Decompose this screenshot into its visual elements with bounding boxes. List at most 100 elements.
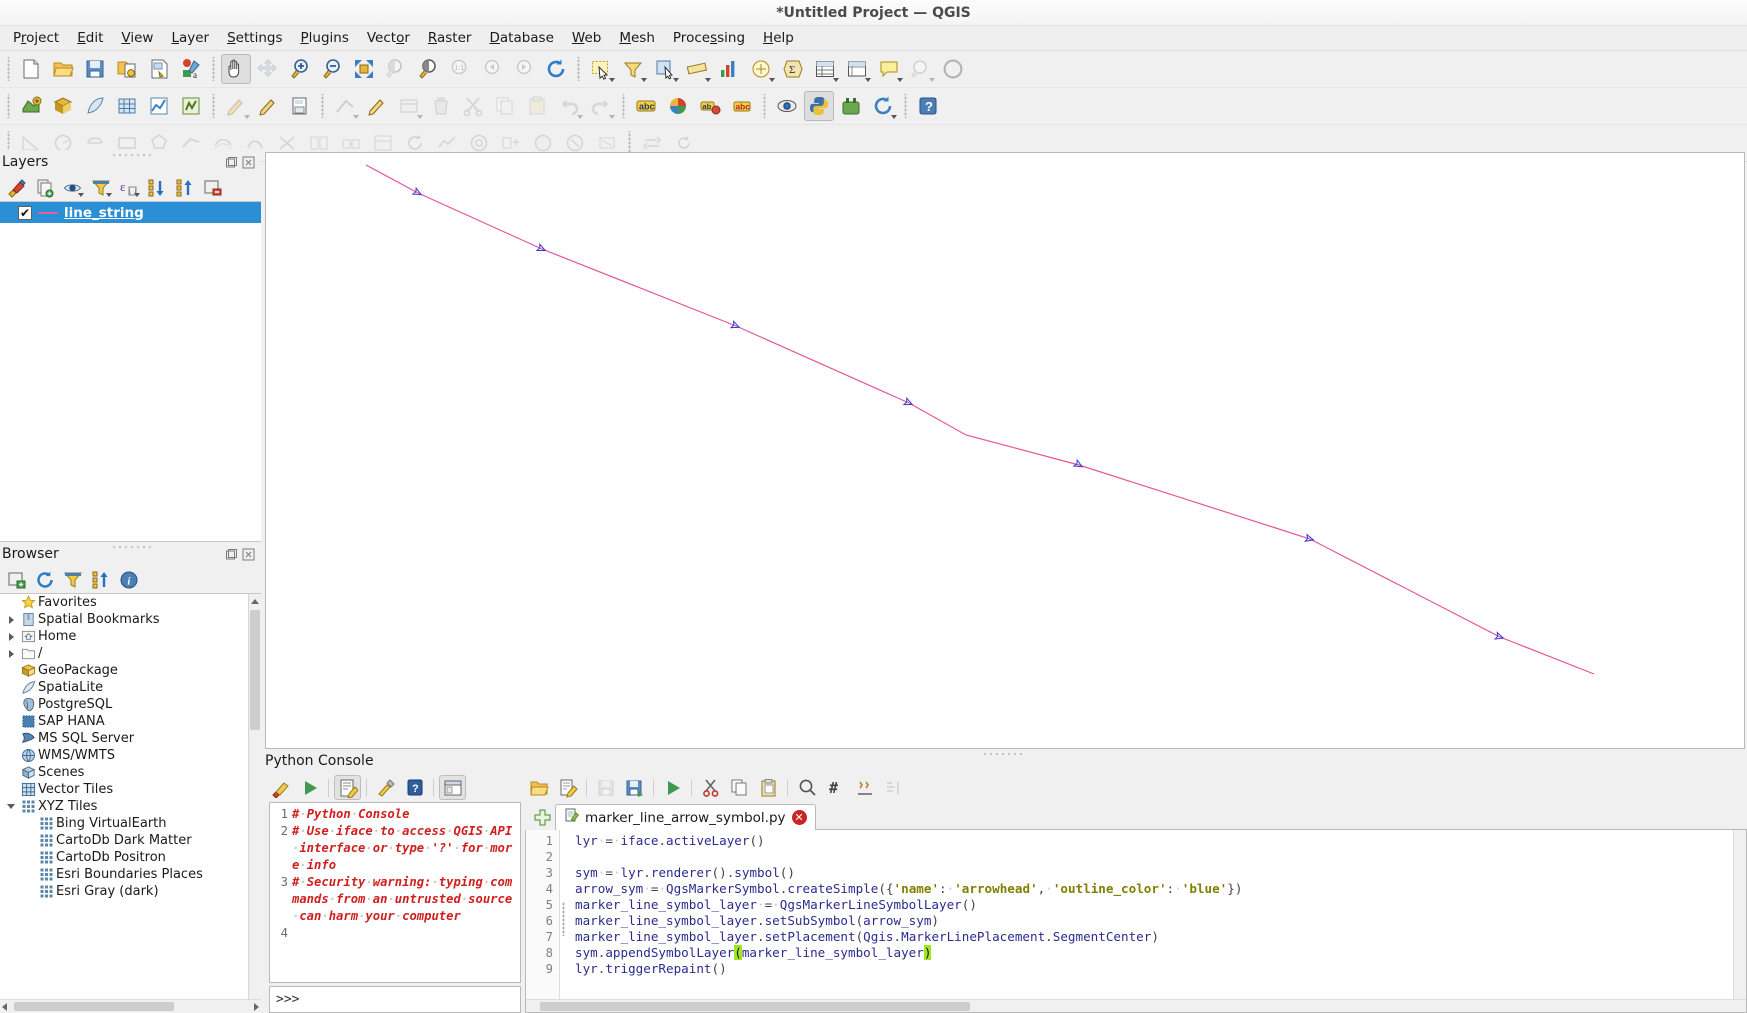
save-icon[interactable] [592, 775, 619, 800]
editor-vertical-scrollbar[interactable] [1733, 830, 1746, 999]
toolbar-handle[interactable] [210, 94, 217, 118]
style-manager-icon[interactable]: a [176, 54, 206, 84]
refresh-icon[interactable] [541, 54, 571, 84]
modify-attributes-icon[interactable] [394, 91, 424, 121]
open-project-icon[interactable] [48, 54, 78, 84]
toolbar-handle[interactable] [620, 94, 627, 118]
scroll-thumb[interactable] [540, 1002, 970, 1011]
toggle-editing-icon[interactable] [253, 91, 283, 121]
browser-vertical-scrollbar[interactable] [248, 594, 261, 999]
deselect-icon[interactable] [618, 54, 648, 84]
browser-item-sap-hana[interactable]: SAP HANA [0, 713, 248, 730]
attribute-table-icon[interactable] [810, 54, 840, 84]
dock-icon[interactable] [439, 775, 466, 800]
menu-item-help[interactable]: Help [754, 27, 803, 49]
menu-item-processing[interactable]: Processing [664, 27, 754, 49]
new-geopackage-layer-icon[interactable] [48, 91, 78, 121]
cut-features-icon[interactable] [458, 91, 488, 121]
select-features-icon[interactable] [586, 54, 616, 84]
undock-icon[interactable] [225, 548, 238, 561]
menu-item-layer[interactable]: Layer [162, 27, 218, 49]
browser-tree[interactable]: Favorites Spatial Bookmarks Home / GeoPackag… [0, 593, 261, 1013]
menu-item-project[interactable]: Project [4, 27, 68, 49]
map-tips-icon[interactable] [746, 54, 776, 84]
move-label-icon[interactable]: ab [695, 91, 725, 121]
menu-item-database[interactable]: Database [480, 27, 562, 49]
zoom-last-icon[interactable] [477, 54, 507, 84]
toolbar-handle[interactable] [902, 94, 909, 118]
menu-item-plugins[interactable]: Plugins [291, 27, 357, 49]
filter-browser-icon[interactable] [60, 568, 86, 592]
browser-item-spatialite[interactable]: SpatiaLite [0, 679, 248, 696]
new-virtual-layer-icon[interactable] [176, 91, 206, 121]
browser-item-ms-sql-server[interactable]: MS SQL Server [0, 730, 248, 747]
label-icon[interactable]: abc [631, 91, 661, 121]
menu-item-mesh[interactable]: Mesh [610, 27, 664, 49]
save-project-icon[interactable] [80, 54, 110, 84]
editor-code[interactable]: lyr·=·iface.activeLayer() sym·=·lyr.rend… [569, 830, 1746, 1012]
panel-grip[interactable] [110, 544, 151, 549]
editor-horizontal-scrollbar[interactable] [526, 999, 1746, 1012]
editor-body[interactable]: 1 2 3 4 5 6 7 8 9 lyr·=·iface.activeLayer() sym·… [525, 830, 1747, 1013]
manage-visibility-icon[interactable] [60, 176, 86, 200]
menu-item-web[interactable]: Web [563, 27, 610, 49]
format-code-icon[interactable] [851, 775, 878, 800]
paste-features-icon[interactable] [522, 91, 552, 121]
new-script-icon[interactable] [554, 775, 581, 800]
scroll-thumb[interactable] [14, 1002, 174, 1011]
run-feature-action-icon[interactable] [772, 91, 802, 121]
text-annotation-icon[interactable]: Σ [778, 54, 808, 84]
browser-item-xyz-tiles[interactable]: XYZ Tiles [0, 798, 248, 815]
toolbar-handle[interactable] [319, 94, 326, 118]
zoom-next-icon[interactable] [509, 54, 539, 84]
run-command-icon[interactable] [296, 775, 323, 800]
layer-row[interactable]: ✔ line_string [0, 202, 261, 223]
copy-icon[interactable] [726, 775, 753, 800]
refresh-icon[interactable] [32, 568, 58, 592]
change-label-icon[interactable]: abc [727, 91, 757, 121]
expand-all-icon[interactable] [144, 176, 170, 200]
copy-features-icon[interactable] [490, 91, 520, 121]
console-output[interactable]: 1 #·Python·Console 2 #·Use·iface·to·access·… [269, 802, 521, 983]
options-icon[interactable] [372, 775, 399, 800]
redo-icon[interactable] [586, 91, 616, 121]
help-icon[interactable] [938, 54, 968, 84]
zoom-native-icon[interactable]: 1:1 [445, 54, 475, 84]
close-icon[interactable]: ✕ [791, 810, 807, 825]
close-icon[interactable] [242, 156, 255, 169]
chevron-right-icon[interactable] [4, 649, 18, 658]
layers-tree[interactable]: ✔ line_string [0, 201, 261, 542]
run-script-icon[interactable] [659, 775, 686, 800]
save-project-as-icon[interactable] [112, 54, 142, 84]
browser-item-vector-tiles[interactable]: Vector Tiles [0, 781, 248, 798]
paste-icon[interactable] [755, 775, 782, 800]
new-shapefile-layer-icon[interactable] [16, 91, 46, 121]
browser-item-postgresql[interactable]: PostgreSQL [0, 696, 248, 713]
scroll-right-button[interactable] [254, 1002, 259, 1011]
add-group-icon[interactable] [32, 176, 58, 200]
layer-visibility-checkbox[interactable]: ✔ [18, 205, 32, 220]
zoom-full-icon[interactable] [349, 54, 379, 84]
console-input[interactable]: >>> [269, 986, 521, 1013]
no-filter-icon[interactable] [842, 54, 872, 84]
pan-to-selection-icon[interactable] [253, 54, 283, 84]
browser-item-spatial-bookmarks[interactable]: Spatial Bookmarks [0, 611, 248, 628]
menu-item-view[interactable]: View [112, 27, 162, 49]
editor-tab[interactable]: marker_line_arrow_symbol.py ✕ [555, 804, 816, 830]
editor-fold-column[interactable] [560, 830, 569, 1012]
new-tab-button[interactable] [529, 804, 555, 830]
clear-console-icon[interactable] [267, 775, 294, 800]
zoom-out-icon[interactable] [317, 54, 347, 84]
plugin-manager-icon[interactable] [836, 91, 866, 121]
map-tips-toggle-icon[interactable] [874, 54, 904, 84]
python-console-icon[interactable] [804, 91, 834, 121]
toolbar-handle[interactable] [575, 57, 582, 81]
panel-grip[interactable] [110, 152, 151, 157]
new-print-layout-icon[interactable] [144, 54, 174, 84]
menu-item-edit[interactable]: Edit [68, 27, 112, 49]
save-layer-edits-icon[interactable] [285, 91, 315, 121]
help-icon[interactable]: ? [401, 775, 428, 800]
browser-item-favorites[interactable]: Favorites [0, 594, 248, 611]
text-annotation-tool-icon[interactable] [906, 54, 936, 84]
zoom-to-selection-icon[interactable] [381, 54, 411, 84]
